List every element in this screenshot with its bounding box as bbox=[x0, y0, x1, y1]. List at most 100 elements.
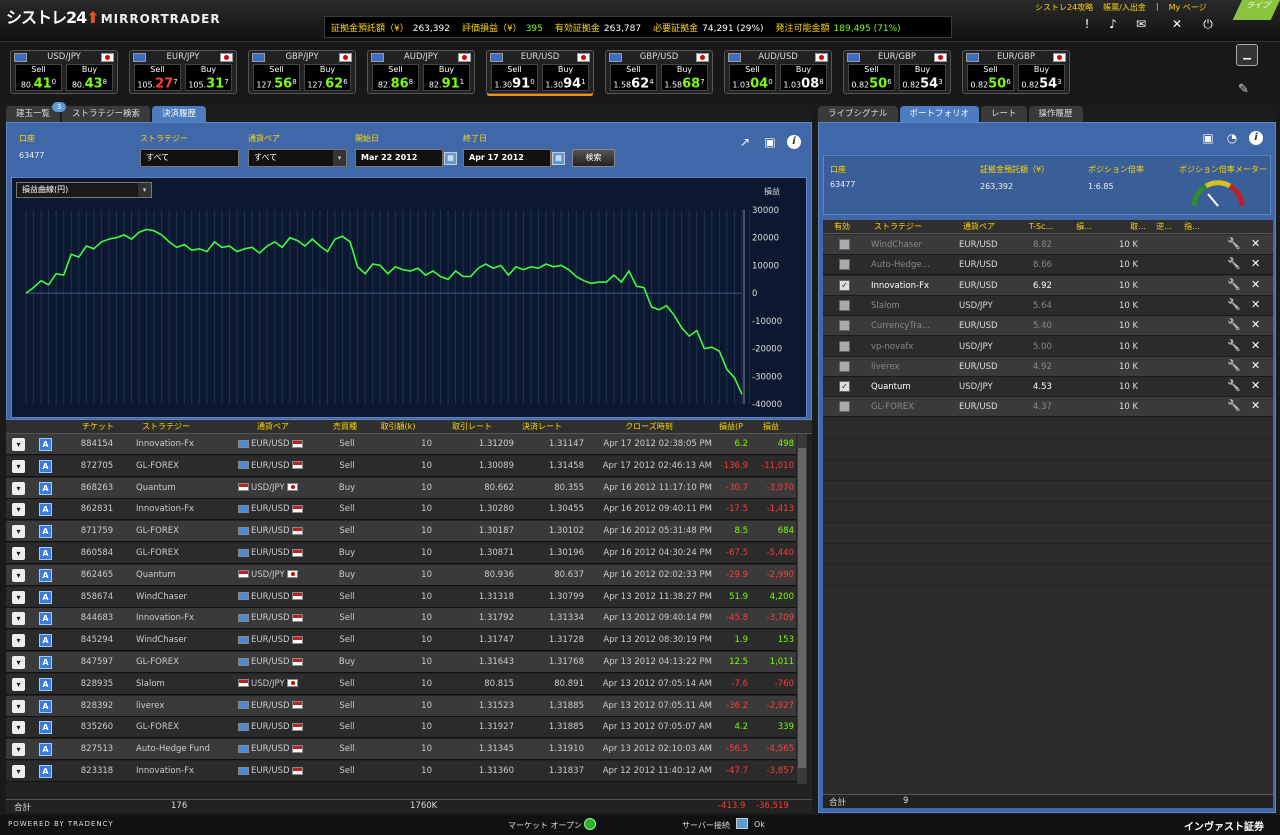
expand-chevron-icon[interactable]: ▾ bbox=[12, 438, 25, 451]
column-header[interactable]: 売買種 bbox=[324, 420, 366, 434]
sell-button[interactable]: Sell 0.82506 bbox=[967, 64, 1014, 91]
expand-chevron-icon[interactable]: ▾ bbox=[12, 481, 25, 495]
buy-button[interactable]: Buy 0.82543 bbox=[899, 64, 946, 91]
alert-icon[interactable]: ! bbox=[1080, 17, 1094, 31]
wrench-icon[interactable]: 🔧 bbox=[1227, 298, 1241, 311]
strategy-row[interactable]: CurrencyTra... EUR/USD 5.40 10 K 🔧 ✕ bbox=[823, 316, 1273, 337]
strategy-row[interactable]: vp-novafx USD/JPY 5.00 10 K 🔧 ✕ bbox=[823, 336, 1273, 357]
column-header[interactable]: ストラテジー bbox=[863, 220, 933, 234]
expand-chevron-icon[interactable]: ▾ bbox=[12, 699, 25, 713]
table-row[interactable]: ▾ A 862831 Innovation-Fx EUR/USD Sell 10 1.3028… bbox=[6, 499, 796, 521]
save-icon[interactable]: ▣ bbox=[1201, 131, 1215, 145]
enable-checkbox[interactable]: ✓ bbox=[839, 279, 850, 291]
table-row[interactable]: ▾ A 871759 GL-FOREX EUR/USD Sell 10 1.30187 1.30… bbox=[6, 521, 796, 543]
quote-box[interactable]: EUR/USD Sell 1.30910 Buy 1.30941 bbox=[486, 50, 594, 94]
top-link[interactable]: My ページ bbox=[1169, 2, 1207, 13]
column-header[interactable]: 損益 bbox=[752, 420, 790, 434]
table-row[interactable]: ▾ A 872705 GL-FOREX EUR/USD Sell 10 1.30089 1.31… bbox=[6, 455, 796, 477]
end-date-input[interactable]: Apr 17 2012 bbox=[463, 149, 551, 167]
wrench-icon[interactable]: 🔧 bbox=[1227, 278, 1241, 291]
calendar-icon[interactable]: ▦ bbox=[444, 152, 457, 165]
notes-icon[interactable]: ✎ bbox=[1238, 82, 1256, 100]
enable-checkbox[interactable] bbox=[839, 401, 850, 413]
sell-button[interactable]: Sell 80.410 bbox=[15, 64, 62, 91]
quote-box[interactable]: EUR/JPY Sell 105.277 Buy 105.317 bbox=[129, 50, 237, 94]
info-icon[interactable]: i bbox=[787, 135, 801, 149]
table-row[interactable]: ▾ A 858674 WindChaser EUR/USD Sell 10 1.31318 1.… bbox=[6, 586, 796, 608]
table-row[interactable]: ▾ A 847597 GL-FOREX EUR/USD Buy 10 1.31643 1.317… bbox=[6, 652, 796, 673]
table-row[interactable]: ▾ A 860584 GL-FOREX EUR/USD Buy 10 1.30871 1.301… bbox=[6, 543, 796, 564]
strategy-row[interactable]: Auto-Hedge... EUR/USD 8.66 10 K 🔧 ✕ bbox=[823, 255, 1273, 276]
strategy-row[interactable]: GL-FOREX EUR/USD 4.37 10 K 🔧 ✕ bbox=[823, 397, 1273, 418]
expand-chevron-icon[interactable]: ▾ bbox=[12, 547, 25, 560]
expand-chevron-icon[interactable]: ▾ bbox=[12, 743, 25, 757]
expand-chevron-icon[interactable]: ▾ bbox=[12, 677, 25, 691]
column-header[interactable]: 逆... bbox=[1153, 220, 1175, 234]
pie-chart-icon[interactable]: ◔ bbox=[1225, 131, 1239, 145]
quote-box[interactable]: EUR/GBP Sell 0.82506 Buy 0.82543 bbox=[962, 50, 1070, 94]
wrench-icon[interactable]: 🔧 bbox=[1227, 359, 1241, 372]
column-header[interactable]: 決済レート bbox=[512, 420, 572, 434]
save-icon[interactable]: ▣ bbox=[763, 135, 777, 149]
table-row[interactable]: ▾ A 835260 GL-FOREX EUR/USD Sell 10 1.31927 1.31… bbox=[6, 717, 796, 739]
tab-strategy-search[interactable]: ストラテジー検索 bbox=[62, 106, 151, 122]
scroll-thumb[interactable] bbox=[798, 448, 806, 768]
enable-checkbox[interactable] bbox=[839, 259, 850, 271]
sell-button[interactable]: Sell 1.03040 bbox=[729, 64, 776, 91]
close-icon[interactable]: ✕ bbox=[1251, 298, 1260, 311]
top-link[interactable]: シストレ24攻略 bbox=[1035, 2, 1093, 13]
vertical-scrollbar[interactable] bbox=[797, 434, 807, 784]
calendar-icon[interactable]: ▦ bbox=[552, 152, 565, 165]
expand-chevron-icon[interactable]: ▾ bbox=[12, 634, 25, 648]
close-icon[interactable]: ✕ bbox=[1251, 278, 1260, 291]
tab-operation-log[interactable]: 操作履歴 bbox=[1028, 106, 1083, 122]
column-header[interactable]: チケット bbox=[76, 420, 120, 434]
table-row[interactable]: ▾ A 828392 liverex EUR/USD Sell 10 1.31523 1.318… bbox=[6, 695, 796, 717]
wrench-icon[interactable]: 🔧 bbox=[1227, 257, 1241, 270]
top-link[interactable]: 帳票/入出金 bbox=[1103, 2, 1146, 13]
buy-button[interactable]: Buy 127.626 bbox=[304, 64, 351, 91]
strategy-input[interactable]: すべて bbox=[140, 149, 239, 167]
table-row[interactable]: ▾ A 868263 Quantum USD/JPY Buy 10 80.662 80.355 A… bbox=[6, 477, 796, 499]
buy-button[interactable]: Buy 1.03088 bbox=[780, 64, 827, 91]
close-icon[interactable]: ✕ bbox=[1251, 379, 1260, 392]
column-header[interactable]: 取引レート bbox=[442, 420, 502, 434]
expand-chevron-icon[interactable]: ▾ bbox=[12, 503, 25, 517]
strategy-row[interactable]: ✓ Quantum USD/JPY 4.53 10 K 🔧 ✕ bbox=[823, 377, 1273, 398]
buy-button[interactable]: Buy 1.30941 bbox=[542, 64, 589, 91]
start-date-input[interactable]: Mar 22 2012 bbox=[355, 149, 443, 167]
quote-box[interactable]: EUR/GBP Sell 0.82506 Buy 0.82543 bbox=[843, 50, 951, 94]
expand-chevron-icon[interactable]: ▾ bbox=[12, 459, 25, 473]
buy-button[interactable]: Buy 0.82543 bbox=[1018, 64, 1065, 91]
table-row[interactable]: ▾ A 862465 Quantum USD/JPY Buy 10 80.936 80.637 A… bbox=[6, 564, 796, 586]
buy-button[interactable]: Buy 105.317 bbox=[185, 64, 232, 91]
wrench-icon[interactable]: 🔧 bbox=[1227, 399, 1241, 412]
table-row[interactable]: ▾ A 828935 Slalom USD/JPY Sell 10 80.815 80.891 A… bbox=[6, 673, 796, 695]
table-row[interactable]: ▾ A 884154 Innovation-Fx EUR/USD Sell 10 1.3120… bbox=[6, 434, 796, 455]
expand-chevron-icon[interactable]: ▾ bbox=[12, 525, 25, 539]
column-header[interactable]: 損益(P bbox=[714, 420, 748, 434]
strategy-row[interactable]: liverex EUR/USD 4.92 10 K 🔧 ✕ bbox=[823, 356, 1273, 377]
sell-button[interactable]: Sell 0.82506 bbox=[848, 64, 895, 91]
sell-button[interactable]: Sell 1.30910 bbox=[491, 64, 538, 91]
column-header[interactable]: 有効 bbox=[827, 220, 857, 234]
wrench-icon[interactable]: 🔧 bbox=[1227, 318, 1241, 331]
close-icon[interactable]: ✕ bbox=[1251, 237, 1260, 250]
column-header[interactable]: 取引額(k) bbox=[368, 420, 428, 434]
wrench-icon[interactable]: 🔧 bbox=[1227, 339, 1241, 352]
close-icon[interactable]: ✕ bbox=[1251, 399, 1260, 412]
buy-button[interactable]: Buy 1.58687 bbox=[661, 64, 708, 91]
column-header[interactable]: クローズ時刻 bbox=[584, 420, 714, 434]
close-icon[interactable]: ✕ bbox=[1251, 359, 1260, 372]
column-header[interactable]: T-Sc... bbox=[1019, 220, 1063, 234]
collapse-icon[interactable]: ▁ bbox=[1236, 44, 1258, 66]
sell-button[interactable]: Sell 1.58624 bbox=[610, 64, 657, 91]
quote-box[interactable]: GBP/JPY Sell 127.568 Buy 127.626 bbox=[248, 50, 356, 94]
expand-chevron-icon[interactable]: ▾ bbox=[12, 656, 25, 669]
tab-portfolio[interactable]: ポートフォリオ bbox=[899, 106, 980, 122]
quote-box[interactable]: AUD/USD Sell 1.03040 Buy 1.03088 bbox=[724, 50, 832, 94]
enable-checkbox[interactable] bbox=[839, 340, 850, 352]
enable-checkbox[interactable] bbox=[839, 360, 850, 372]
enable-checkbox[interactable]: ✓ bbox=[839, 381, 850, 393]
pair-select[interactable]: すべて ▾ bbox=[248, 149, 347, 167]
